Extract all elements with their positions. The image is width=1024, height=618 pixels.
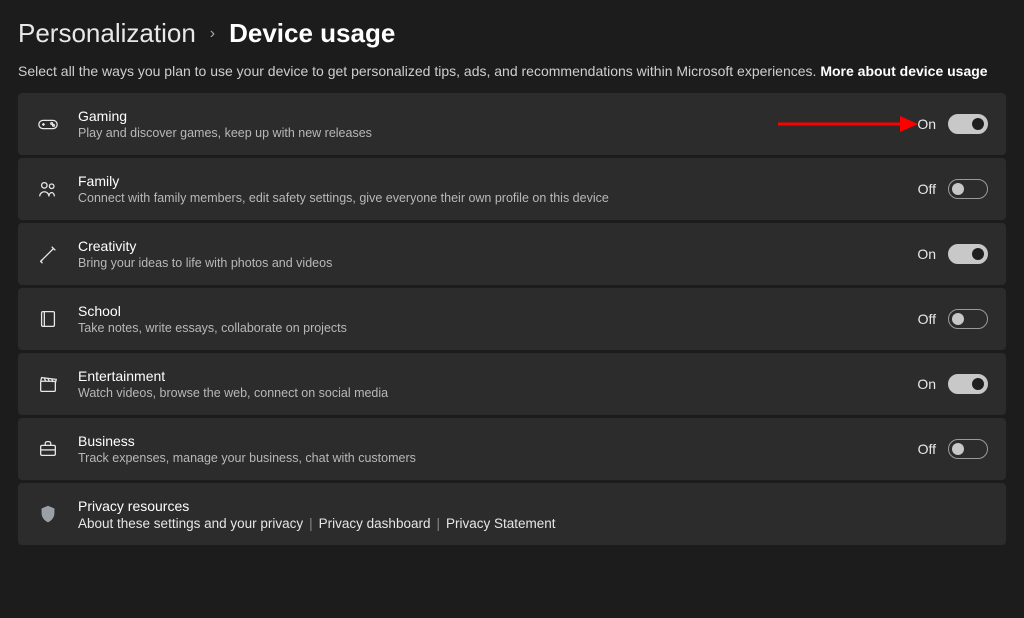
privacy-resources-card: Privacy resources About these settings a…: [18, 483, 1006, 545]
privacy-title: Privacy resources: [78, 498, 988, 514]
setting-title: Gaming: [78, 108, 914, 124]
setting-title: Business: [78, 433, 914, 449]
privacy-link-statement[interactable]: Privacy Statement: [446, 516, 556, 531]
setting-card-gaming: Gaming Play and discover games, keep up …: [18, 93, 1006, 155]
setting-card-family: Family Connect with family members, edit…: [18, 158, 1006, 220]
toggle-state-label: On: [914, 376, 936, 392]
clapperboard-icon: [36, 372, 60, 396]
setting-card-creativity: Creativity Bring your ideas to life with…: [18, 223, 1006, 285]
toggle-family[interactable]: [948, 179, 988, 199]
toggle-business[interactable]: [948, 439, 988, 459]
book-icon: [36, 307, 60, 331]
toggle-creativity[interactable]: [948, 244, 988, 264]
toggle-state-label: Off: [914, 311, 936, 327]
setting-card-entertainment: Entertainment Watch videos, browse the w…: [18, 353, 1006, 415]
privacy-link-dashboard[interactable]: Privacy dashboard: [319, 516, 431, 531]
toggle-gaming[interactable]: [948, 114, 988, 134]
setting-title: Entertainment: [78, 368, 914, 384]
setting-title: Creativity: [78, 238, 914, 254]
page-title: Device usage: [229, 18, 395, 49]
family-icon: [36, 177, 60, 201]
setting-description: Connect with family members, edit safety…: [78, 191, 914, 205]
creativity-icon: [36, 242, 60, 266]
setting-description: Track expenses, manage your business, ch…: [78, 451, 914, 465]
page-subheading: Select all the ways you plan to use your…: [18, 63, 1006, 79]
toggle-school[interactable]: [948, 309, 988, 329]
subheading-text: Select all the ways you plan to use your…: [18, 63, 820, 79]
toggle-state-label: Off: [914, 181, 936, 197]
separator: |: [436, 516, 440, 531]
toggle-state-label: On: [914, 116, 936, 132]
settings-list: Gaming Play and discover games, keep up …: [18, 93, 1006, 545]
privacy-links: About these settings and your privacy | Pr…: [78, 516, 988, 531]
setting-title: School: [78, 303, 914, 319]
toggle-state-label: Off: [914, 441, 936, 457]
setting-card-business: Business Track expenses, manage your bus…: [18, 418, 1006, 480]
setting-description: Watch videos, browse the web, connect on…: [78, 386, 914, 400]
toggle-state-label: On: [914, 246, 936, 262]
breadcrumb-parent[interactable]: Personalization: [18, 18, 196, 49]
setting-description: Play and discover games, keep up with ne…: [78, 126, 914, 140]
setting-description: Bring your ideas to life with photos and…: [78, 256, 914, 270]
setting-card-school: School Take notes, write essays, collabo…: [18, 288, 1006, 350]
setting-title: Family: [78, 173, 914, 189]
briefcase-icon: [36, 437, 60, 461]
separator: |: [309, 516, 313, 531]
toggle-entertainment[interactable]: [948, 374, 988, 394]
breadcrumb: Personalization › Device usage: [18, 18, 1006, 49]
gamepad-icon: [36, 112, 60, 136]
more-about-link[interactable]: More about device usage: [820, 63, 987, 79]
setting-description: Take notes, write essays, collaborate on…: [78, 321, 914, 335]
privacy-link-about[interactable]: About these settings and your privacy: [78, 516, 303, 531]
chevron-right-icon: ›: [210, 25, 215, 43]
shield-icon: [36, 502, 60, 526]
